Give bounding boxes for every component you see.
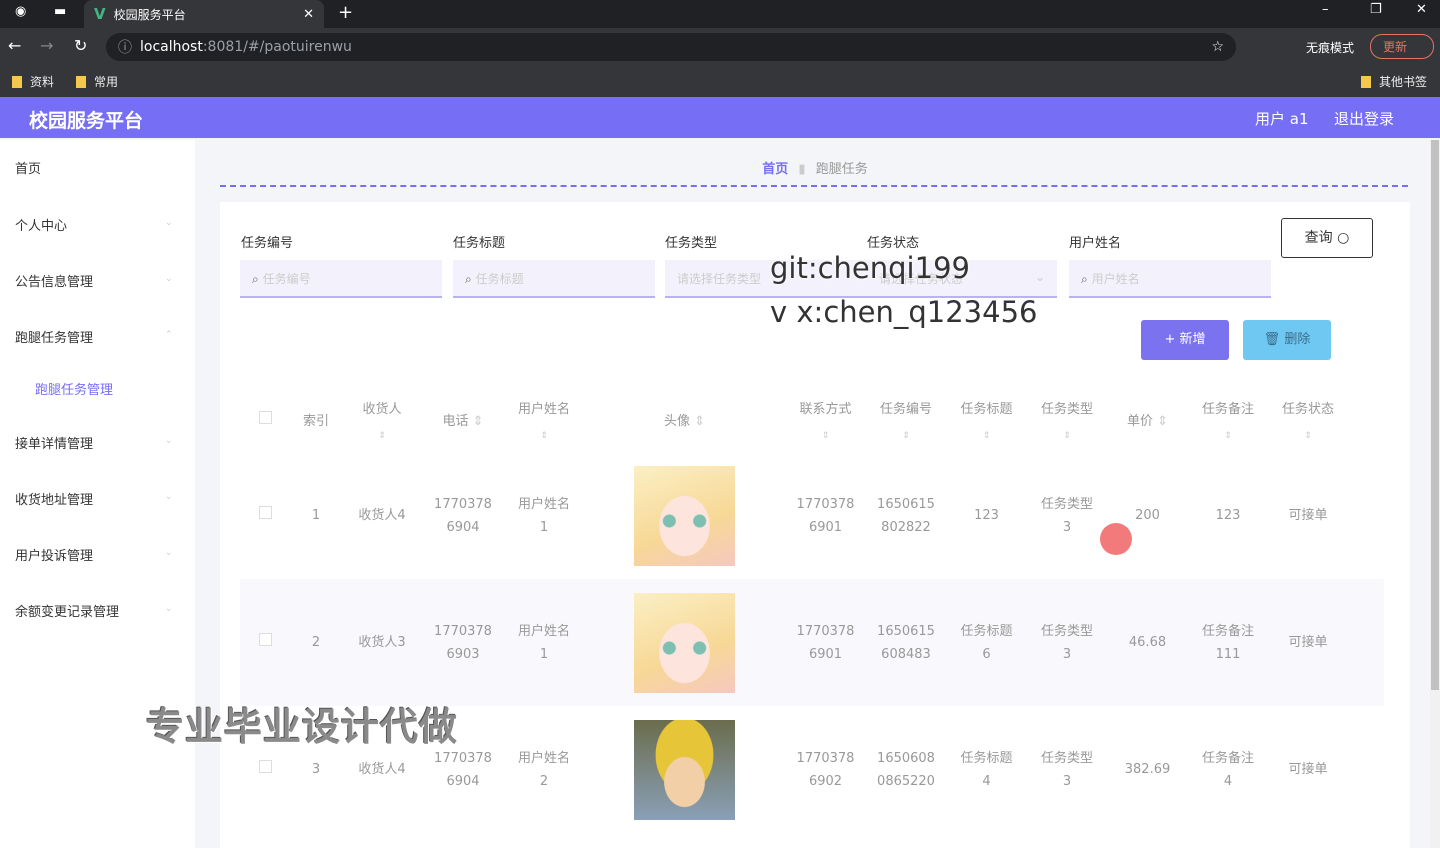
sidebar-item-home[interactable]: 首页 (15, 158, 41, 177)
sidebar-item-addresses[interactable]: 收货地址管理 (15, 489, 93, 508)
sidebar-item-orders[interactable]: 接单详情管理 (15, 433, 93, 452)
cell-contact: 17703786901 (785, 579, 866, 706)
cell-status: 可接单 (1288, 508, 1328, 523)
url-input[interactable]: ⓘ localhost:8081/#/paotuirenwu ☆ (106, 33, 1236, 61)
cell-status: 可接单 (1288, 762, 1328, 777)
row-checkbox[interactable] (258, 633, 272, 646)
logout-link[interactable]: 退出登录 (1334, 108, 1394, 129)
minimize-button[interactable]: – (1322, 2, 1329, 17)
sidebar-item-errands[interactable]: 跑腿任务管理 (15, 327, 93, 346)
row-checkbox[interactable] (258, 506, 272, 519)
table-header-row: 索引 收货人 ⇕ 电话 ⇕ 用户姓名 ⇕ 头像 ⇕ 联系方式 ⇕ 任务编号 ⇕ 任务标题… (240, 387, 1384, 452)
close-window-button[interactable]: ✕ (1416, 2, 1427, 17)
vue-icon: V (94, 5, 106, 23)
cell-title: 123 (974, 508, 999, 523)
user-name: 用户 a1 (1255, 110, 1309, 128)
table-row: 2 收货人3 17703786903 用户姓名1 17703786901 16506156… (240, 579, 1384, 706)
cell-type: 任务类型3 (1040, 750, 1093, 789)
task-number-input[interactable]: ⌕ 任务编号 (240, 260, 442, 298)
search-icon: ○ (1337, 230, 1350, 246)
cell-title: 任务标题6 (946, 579, 1027, 706)
incognito-label[interactable]: 无痕模式 (1306, 39, 1354, 56)
update-button[interactable]: 更新 (1370, 34, 1434, 59)
sidebar-item-balance[interactable]: 余额变更记录管理 (15, 601, 119, 620)
star-icon[interactable]: ☆ (1211, 39, 1224, 55)
avatar-image (634, 719, 735, 820)
new-tab-button[interactable]: + (338, 2, 353, 23)
cell-user: 用户姓名2 (517, 750, 570, 789)
app-title: 校园服务平台 (29, 110, 144, 132)
other-bookmarks[interactable]: 其他书签 (1361, 73, 1427, 90)
search-label: 任务标题 (453, 236, 506, 251)
task-table: 索引 收货人 ⇕ 电话 ⇕ 用户姓名 ⇕ 头像 ⇕ 联系方式 ⇕ 任务编号 ⇕ 任务标题… (240, 387, 1384, 833)
cell-user: 用户姓名1 (517, 496, 570, 535)
cell-phone: 17703786904 (434, 496, 492, 535)
sidebar-item-profile[interactable]: 个人中心 (15, 215, 67, 234)
cell-idx: 1 (311, 508, 321, 523)
tab-overview-icon[interactable]: ▬ (54, 4, 66, 19)
cell-type: 任务类型3 (1040, 496, 1093, 535)
browser-tabbar: ◉ ▬ V 校园服务平台 ✕ + – ❐ ✕ (0, 0, 1440, 28)
avatar-image (634, 592, 735, 693)
user-name-input[interactable]: ⌕ 用户姓名 (1069, 260, 1271, 298)
cell-receiver: 收货人4 (358, 508, 406, 523)
cell-user: 用户姓名1 (504, 579, 584, 706)
mouse-cursor-highlight (1100, 523, 1132, 555)
trash-icon: 🗑 (1263, 332, 1281, 347)
cell-note: 任务备注4 (1201, 750, 1254, 789)
cell-no: 1650615608483 (866, 579, 946, 706)
task-title-input[interactable]: ⌕ 任务标题 (453, 260, 655, 298)
promo-watermark: 专业毕业设计代做 (146, 705, 459, 749)
cell-price: 46.68 (1107, 579, 1188, 706)
close-tab-icon[interactable]: ✕ (303, 7, 314, 22)
cell-receiver: 收货人3 (342, 579, 422, 706)
reload-icon[interactable]: ↻ (74, 36, 87, 55)
cell-title: 任务标题4 (960, 750, 1013, 789)
cell-idx: 2 (290, 579, 342, 706)
cell-type: 任务类型3 (1027, 579, 1107, 706)
row-checkbox[interactable] (258, 760, 272, 773)
cell-phone: 17703786903 (422, 579, 504, 706)
address-bar: ← → ↻ ⓘ localhost:8081/#/paotuirenwu ☆ 无痕模… (0, 28, 1440, 66)
cell-no: 16506080865220 (877, 750, 935, 789)
divider (220, 185, 1408, 187)
cell-price: 382.69 (1124, 762, 1171, 777)
forward-icon[interactable]: → (40, 36, 53, 55)
info-icon: ⓘ (118, 40, 132, 56)
scrollbar[interactable] (1430, 140, 1440, 848)
app-header: 校园服务平台 用户 a1 退出登录 (0, 97, 1440, 138)
watermark-text: git:chenqi199 v x:chen_q123456 (770, 251, 1038, 329)
search-label: 用户姓名 (1069, 236, 1122, 251)
search-label: 任务类型 (665, 236, 718, 251)
query-button[interactable]: 查询 ○ (1281, 218, 1373, 258)
bookmark-item[interactable]: 常用 (76, 73, 118, 90)
cell-status: 可接单 (1268, 579, 1348, 706)
cell-note: 任务备注111 (1188, 579, 1268, 706)
cell-note: 123 (1215, 508, 1241, 523)
maximize-button[interactable]: ❐ (1370, 2, 1382, 17)
search-label: 任务编号 (241, 236, 294, 251)
cell-price: 200 (1135, 508, 1160, 523)
sidebar-subitem-errands[interactable]: 跑腿任务管理 (35, 379, 113, 398)
sidebar-item-notices[interactable]: 公告信息管理 (15, 271, 93, 290)
add-button[interactable]: + 新增 (1141, 320, 1229, 360)
sidebar-item-complaints[interactable]: 用户投诉管理 (15, 545, 93, 564)
delete-button[interactable]: 🗑 删除 (1243, 320, 1331, 360)
avatar-image (634, 465, 735, 566)
cell-contact: 17703786902 (796, 750, 855, 789)
back-icon[interactable]: ← (8, 36, 21, 55)
cell-contact: 17703786901 (796, 496, 855, 535)
table-row: 1 收货人4 17703786904 用户姓名1 17703786901 16506158… (240, 452, 1384, 579)
cell-no: 1650615802822 (877, 496, 935, 535)
select-all-checkbox[interactable] (258, 411, 272, 424)
bookmark-item[interactable]: 资料 (12, 73, 54, 90)
bookmarks-bar: 资料 常用 其他书签 (0, 66, 1440, 97)
globe-icon[interactable]: ◉ (15, 4, 26, 19)
browser-tab[interactable]: V 校园服务平台 ✕ (84, 0, 324, 28)
breadcrumb: 首页 ▮ 跑腿任务 (762, 162, 868, 177)
